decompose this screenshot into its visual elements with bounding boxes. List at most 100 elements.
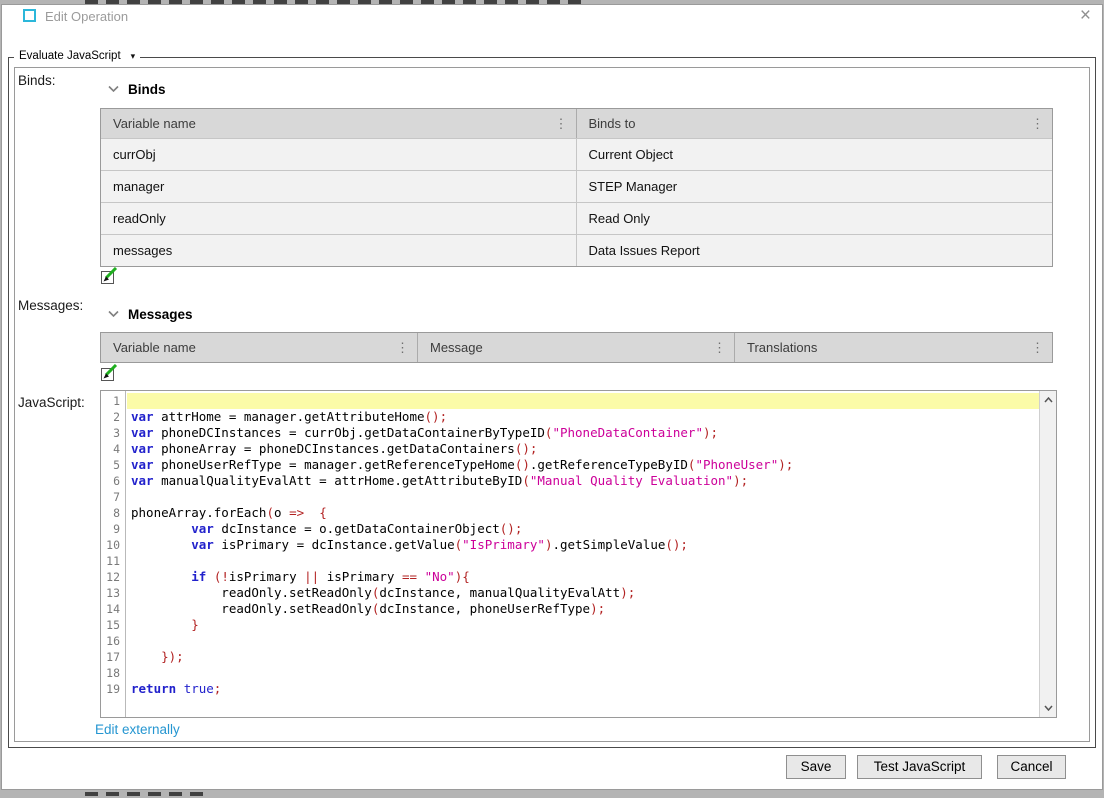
- code-token: "No": [425, 569, 455, 584]
- code-line[interactable]: readOnly.setReadOnly(dcInstance, phoneUs…: [127, 601, 1039, 617]
- code-line[interactable]: var isPrimary = dcInstance.getValue("IsP…: [127, 537, 1039, 553]
- table-row[interactable]: managerSTEP Manager: [101, 170, 1052, 202]
- line-number: 15: [101, 617, 125, 633]
- code-token: [417, 569, 425, 584]
- line-number: 13: [101, 585, 125, 601]
- code-token: dcInstance, phoneUserRefType: [379, 601, 590, 616]
- code-token: return: [131, 681, 176, 696]
- code-line[interactable]: if (!isPrimary || isPrimary == "No"){: [127, 569, 1039, 585]
- column-header-message[interactable]: Message ⋮: [418, 333, 735, 362]
- code-token: dcInstance, manualQualityEvalAtt: [379, 585, 620, 600]
- table-row[interactable]: readOnlyRead Only: [101, 202, 1052, 234]
- add-message-row-button[interactable]: [100, 364, 118, 382]
- scroll-down-icon[interactable]: [1040, 700, 1056, 716]
- edit-externally-link[interactable]: Edit externally: [95, 722, 180, 737]
- column-header-binds-to[interactable]: Binds to ⋮: [577, 109, 1053, 138]
- code-token: (): [515, 457, 530, 472]
- line-number: 1: [101, 393, 125, 409]
- line-number: 5: [101, 457, 125, 473]
- code-line[interactable]: var phoneUserRefType = manager.getRefere…: [127, 457, 1039, 473]
- messages-section-title: Messages: [128, 307, 193, 322]
- code-token: ||: [304, 569, 319, 584]
- binds-field-label: Binds:: [18, 73, 56, 88]
- code-token: [131, 617, 191, 632]
- code-token: readOnly.setReadOnly: [131, 601, 372, 616]
- code-line[interactable]: readOnly.setReadOnly(dcInstance, manualQ…: [127, 585, 1039, 601]
- code-line[interactable]: var dcInstance = o.getDataContainerObjec…: [127, 521, 1039, 537]
- code-token: "PhoneUser": [695, 457, 778, 472]
- javascript-field-label: JavaScript:: [18, 395, 85, 410]
- code-token: (: [522, 473, 530, 488]
- code-token: ();: [425, 409, 448, 424]
- code-line[interactable]: var phoneArray = phoneDCInstances.getDat…: [127, 441, 1039, 457]
- column-header-translations[interactable]: Translations ⋮: [735, 333, 1052, 362]
- line-number: 4: [101, 441, 125, 457]
- line-number: 8: [101, 505, 125, 521]
- code-line[interactable]: var manualQualityEvalAtt = attrHome.getA…: [127, 473, 1039, 489]
- column-menu-icon[interactable]: ⋮: [1029, 116, 1046, 132]
- code-line[interactable]: phoneArray.forEach(o => {: [127, 505, 1039, 521]
- column-menu-icon[interactable]: ⋮: [553, 116, 570, 132]
- code-token: var: [131, 425, 154, 440]
- add-bind-row-button[interactable]: [100, 267, 118, 285]
- code-line[interactable]: });: [127, 649, 1039, 665]
- table-row[interactable]: messagesData Issues Report: [101, 234, 1052, 266]
- code-token: isPrimary: [319, 569, 402, 584]
- code-token: if: [191, 569, 206, 584]
- code-token: );: [703, 425, 718, 440]
- table-cell[interactable]: Current Object: [577, 139, 1053, 170]
- line-number: 19: [101, 681, 125, 697]
- column-header-variable-name[interactable]: Variable name ⋮: [101, 333, 418, 362]
- code-token: ){: [455, 569, 470, 584]
- messages-section-toggle[interactable]: Messages: [108, 305, 193, 323]
- code-token: phoneArray.forEach: [131, 505, 266, 520]
- code-token: true: [184, 681, 214, 696]
- column-header-variable-name[interactable]: Variable name ⋮: [101, 109, 577, 138]
- operation-type-dropdown[interactable]: Evaluate JavaScript▾: [14, 50, 140, 62]
- binds-table-body: currObjCurrent ObjectmanagerSTEP Manager…: [101, 138, 1052, 266]
- code-line[interactable]: var attrHome = manager.getAttributeHome(…: [127, 409, 1039, 425]
- line-number: 14: [101, 601, 125, 617]
- code-line[interactable]: [127, 633, 1039, 649]
- code-line[interactable]: var phoneDCInstances = currObj.getDataCo…: [127, 425, 1039, 441]
- code-token: ;: [214, 681, 222, 696]
- table-cell[interactable]: readOnly: [101, 203, 577, 234]
- code-token: (: [266, 505, 274, 520]
- code-token: =>: [289, 505, 304, 520]
- editor-code[interactable]: var attrHome = manager.getAttributeHome(…: [127, 391, 1039, 717]
- code-token: attrHome = manager.getAttributeHome: [154, 409, 425, 424]
- code-token: "Manual Quality Evaluation": [530, 473, 733, 488]
- messages-table-header: Variable name ⋮ Message ⋮ Translations ⋮: [101, 333, 1052, 362]
- binds-section-title: Binds: [128, 82, 166, 97]
- table-cell[interactable]: manager: [101, 171, 577, 202]
- close-icon[interactable]: ×: [1080, 5, 1091, 27]
- column-menu-icon[interactable]: ⋮: [711, 340, 728, 356]
- line-number: 6: [101, 473, 125, 489]
- table-cell[interactable]: STEP Manager: [577, 171, 1053, 202]
- editor-scrollbar[interactable]: [1039, 391, 1056, 717]
- dialog-icon: [23, 9, 36, 22]
- table-cell[interactable]: currObj: [101, 139, 577, 170]
- code-token: );: [733, 473, 748, 488]
- code-line[interactable]: [127, 393, 1039, 409]
- javascript-code-editor[interactable]: 12345678910111213141516171819 var attrHo…: [100, 390, 1057, 718]
- code-line[interactable]: [127, 489, 1039, 505]
- table-row[interactable]: currObjCurrent Object: [101, 138, 1052, 170]
- line-number: 12: [101, 569, 125, 585]
- table-cell[interactable]: Data Issues Report: [577, 235, 1053, 266]
- column-menu-icon[interactable]: ⋮: [394, 340, 411, 356]
- test-javascript-button[interactable]: Test JavaScript: [857, 755, 982, 779]
- code-line[interactable]: }: [127, 617, 1039, 633]
- code-line[interactable]: [127, 665, 1039, 681]
- code-line[interactable]: return true;: [127, 681, 1039, 697]
- code-token: isPrimary = dcInstance.getValue: [214, 537, 455, 552]
- column-menu-icon[interactable]: ⋮: [1029, 340, 1046, 356]
- table-cell[interactable]: messages: [101, 235, 577, 266]
- save-button[interactable]: Save: [786, 755, 846, 779]
- table-cell[interactable]: Read Only: [577, 203, 1053, 234]
- scroll-up-icon[interactable]: [1040, 392, 1056, 408]
- binds-section-toggle[interactable]: Binds: [108, 80, 166, 98]
- cancel-button[interactable]: Cancel: [997, 755, 1066, 779]
- line-number: 18: [101, 665, 125, 681]
- code-line[interactable]: [127, 553, 1039, 569]
